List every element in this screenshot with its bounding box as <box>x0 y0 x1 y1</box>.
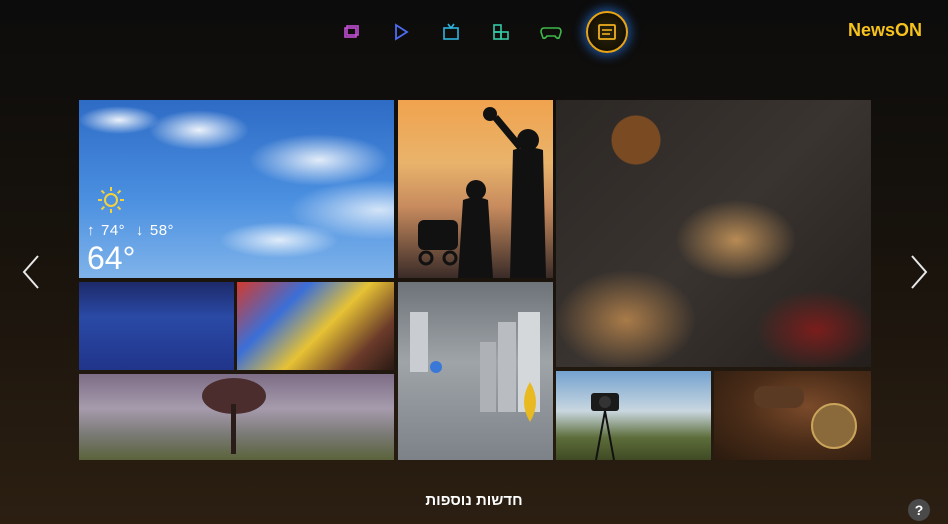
more-news-button[interactable]: חדשות נוספות <box>0 492 948 509</box>
gamepad-icon <box>540 27 562 40</box>
family-silhouette <box>418 107 546 278</box>
nav-news[interactable] <box>586 11 628 53</box>
tile-antique-compass[interactable] <box>714 371 871 460</box>
tile-diver[interactable] <box>79 282 234 370</box>
nav-multiscreen[interactable] <box>336 17 366 47</box>
sun-icon <box>98 187 124 213</box>
city-buildings <box>410 312 540 422</box>
tile-nuts-spices[interactable] <box>556 100 871 367</box>
tile-weather[interactable]: ↑ 74° ↓ 58° 64° <box>79 100 394 278</box>
tile-child-painting[interactable] <box>237 282 394 370</box>
news-icon <box>598 24 616 40</box>
low-temp: 58° <box>149 222 175 239</box>
weather-high-low: ↑ 74° ↓ 58° <box>87 222 180 239</box>
high-temp: 74° <box>101 222 126 239</box>
nav-tv[interactable] <box>436 17 466 47</box>
tile-city-map[interactable] <box>398 282 553 460</box>
camera-silhouette <box>591 393 619 460</box>
current-temp: 64° <box>87 240 136 276</box>
tile-camera-tripod[interactable] <box>556 371 711 460</box>
tile-family-sunset[interactable] <box>398 100 553 278</box>
play-icon <box>395 23 409 41</box>
previous-arrow-icon[interactable] <box>16 252 46 292</box>
apps-icon <box>493 24 509 40</box>
tree-silhouette <box>202 378 266 454</box>
high-temp-icon: ↑ <box>87 222 95 239</box>
low-temp-icon: ↓ <box>135 222 144 239</box>
help-icon[interactable]: ? <box>908 499 930 521</box>
tile-tree-field[interactable] <box>79 374 394 460</box>
nav-apps[interactable] <box>486 17 516 47</box>
top-navigation <box>336 11 628 53</box>
compass-image <box>754 386 857 449</box>
nav-games[interactable] <box>536 17 566 47</box>
tv-icon <box>443 23 459 40</box>
nav-play[interactable] <box>386 17 416 47</box>
next-arrow-icon[interactable] <box>904 252 934 292</box>
app-brand: NewsON <box>847 20 922 40</box>
multiscreen-icon <box>344 25 359 38</box>
